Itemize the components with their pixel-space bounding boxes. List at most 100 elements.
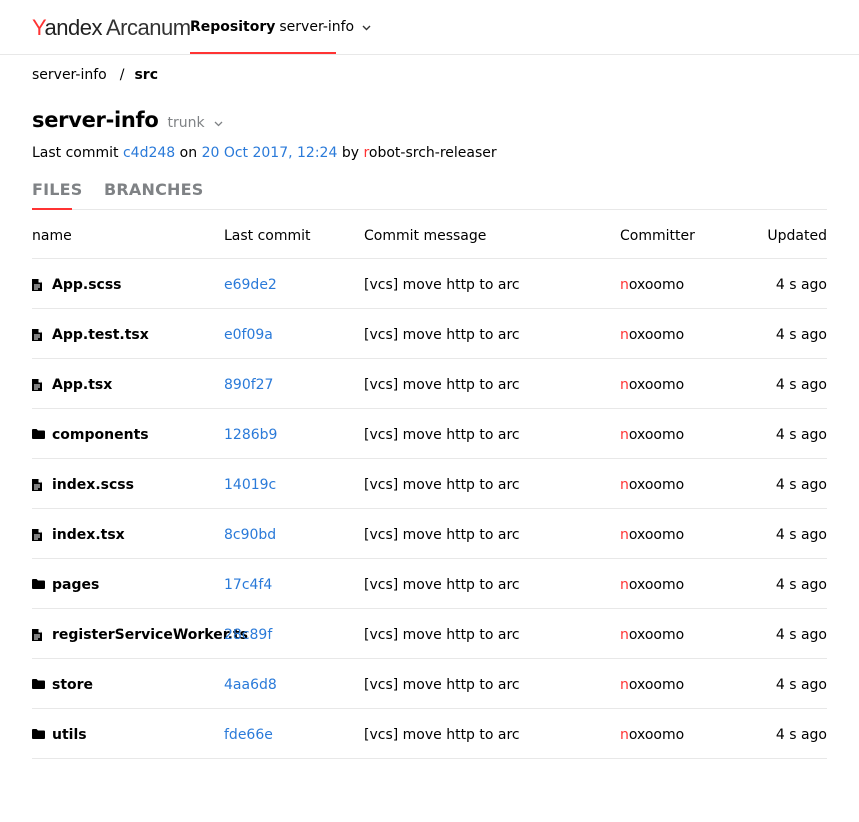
column-header-updated: Updated [767, 228, 827, 244]
chevron-down-icon [362, 21, 371, 34]
last-commit-date-link[interactable]: 20 Oct 2017, 12:24 [202, 145, 338, 161]
updated-time: 4 s ago [775, 577, 827, 593]
updated-time: 4 s ago [775, 427, 827, 443]
file-icon [32, 529, 44, 541]
entry-name-link[interactable]: pages [52, 577, 99, 593]
entry-name-link[interactable]: components [52, 427, 149, 443]
committer-link[interactable]: noxoomo [620, 727, 684, 743]
entry-name-link[interactable]: index.scss [52, 477, 134, 493]
column-header-committer: Committer [620, 228, 695, 244]
committer-rest: oxoomo [628, 377, 685, 393]
committer-rest: oxoomo [628, 727, 685, 743]
commit-hash-link[interactable]: 14019c [224, 477, 276, 493]
table-row[interactable]: App.tsx 890f27 [vcs] move http to arc noxoo… [32, 359, 827, 409]
committer-link[interactable]: noxoomo [620, 427, 684, 443]
commit-message: [vcs] move http to arc [364, 327, 520, 343]
committer-first-letter: n [620, 477, 629, 493]
entry-name-link[interactable]: index.tsx [52, 527, 125, 543]
last-commit-hash-link[interactable]: c4d248 [123, 145, 175, 161]
title-row: server-info trunk [32, 108, 223, 132]
entry-name-link[interactable]: App.scss [52, 277, 122, 293]
committer-rest: oxoomo [628, 527, 685, 543]
files-table: name Last commit Commit message Committe… [32, 210, 827, 759]
committer-first-letter: n [620, 577, 629, 593]
last-commit-on: on [179, 145, 198, 161]
entry-name-link[interactable]: App.tsx [52, 377, 112, 393]
commit-hash-link[interactable]: 28c89f [224, 627, 272, 643]
table-row[interactable]: utils fde66e [vcs] move http to arc noxoomo… [32, 709, 827, 759]
column-header-last-commit: Last commit [224, 228, 311, 244]
name-cell: registerServiceWorker.ts [32, 627, 248, 643]
committer-first-letter: n [620, 427, 629, 443]
committer-link[interactable]: noxoomo [620, 477, 684, 493]
committer-link[interactable]: noxoomo [620, 677, 684, 693]
commit-hash-link[interactable]: 4aa6d8 [224, 677, 277, 693]
breadcrumb-root[interactable]: server-info [32, 67, 107, 83]
entry-name-link[interactable]: store [52, 677, 93, 693]
file-icon [32, 479, 44, 491]
commit-hash-link[interactable]: 17c4f4 [224, 577, 272, 593]
committer-link[interactable]: noxoomo [620, 327, 684, 343]
last-commit-prefix: Last commit [32, 145, 119, 161]
branch-selector[interactable]: trunk [168, 115, 223, 131]
commit-hash-link[interactable]: e69de2 [224, 277, 277, 293]
folder-icon [32, 679, 45, 691]
table-row[interactable]: components 1286b9 [vcs] move http to arc no… [32, 409, 827, 459]
committer-first-letter: n [620, 677, 629, 693]
column-header-commit-message: Commit message [364, 228, 487, 244]
name-cell: App.scss [32, 277, 122, 293]
tab-branches[interactable]: BRANCHES [104, 180, 203, 199]
repo-tabs: FILES BRANCHES [32, 178, 827, 210]
table-row[interactable]: index.tsx 8c90bd [vcs] move http to arc nox… [32, 509, 827, 559]
column-header-name: name [32, 228, 72, 244]
last-commit-author[interactable]: robot-srch-releaser [363, 145, 496, 161]
commit-hash-link[interactable]: 8c90bd [224, 527, 276, 543]
committer-link[interactable]: noxoomo [620, 577, 684, 593]
entry-name-link[interactable]: utils [52, 727, 87, 743]
committer-link[interactable]: noxoomo [620, 277, 684, 293]
commit-hash-link[interactable]: 1286b9 [224, 427, 277, 443]
committer-first-letter: n [620, 727, 629, 743]
tab-files[interactable]: FILES [32, 180, 83, 199]
table-row[interactable]: store 4aa6d8 [vcs] move http to arc noxoomo… [32, 659, 827, 709]
author-rest: obot-srch-releaser [368, 145, 497, 161]
table-row[interactable]: registerServiceWorker.ts 28c89f [vcs] move… [32, 609, 827, 659]
commit-hash-link[interactable]: 890f27 [224, 377, 273, 393]
name-cell: store [32, 677, 93, 693]
committer-rest: oxoomo [628, 627, 685, 643]
committer-rest: oxoomo [628, 477, 685, 493]
yandex-arcanum-logo[interactable]: Yandex Arcanum [32, 15, 191, 41]
logo-andex: andex [44, 15, 103, 40]
name-cell: utils [32, 727, 87, 743]
commit-message: [vcs] move http to arc [364, 527, 520, 543]
commit-hash-link[interactable]: e0f09a [224, 327, 273, 343]
breadcrumb: server-info / src [32, 67, 158, 83]
committer-link[interactable]: noxoomo [620, 377, 684, 393]
committer-rest: oxoomo [628, 277, 685, 293]
logo-arcanum: Arcanum [106, 15, 191, 40]
committer-rest: oxoomo [628, 327, 685, 343]
table-row[interactable]: pages 17c4f4 [vcs] move http to arc noxoomo… [32, 559, 827, 609]
logo-y: Y [32, 15, 45, 40]
committer-link[interactable]: noxoomo [620, 627, 684, 643]
file-icon [32, 629, 44, 641]
commit-message: [vcs] move http to arc [364, 377, 520, 393]
repository-selector[interactable]: Repository server-info [190, 19, 371, 35]
committer-link[interactable]: noxoomo [620, 527, 684, 543]
name-cell: App.tsx [32, 377, 112, 393]
name-cell: index.scss [32, 477, 134, 493]
commit-message: [vcs] move http to arc [364, 727, 520, 743]
committer-rest: oxoomo [628, 577, 685, 593]
entry-name-link[interactable]: App.test.tsx [52, 327, 149, 343]
branch-name: trunk [167, 115, 205, 131]
updated-time: 4 s ago [775, 327, 827, 343]
committer-rest: oxoomo [628, 427, 685, 443]
table-row[interactable]: index.scss 14019c [vcs] move http to arc no… [32, 459, 827, 509]
repository-name: server-info [279, 19, 355, 35]
updated-time: 4 s ago [775, 527, 827, 543]
page-title: server-info [32, 108, 159, 132]
entry-name-link[interactable]: registerServiceWorker.ts [52, 627, 248, 643]
table-row[interactable]: App.scss e69de2 [vcs] move http to arc noxo… [32, 259, 827, 309]
table-row[interactable]: App.test.tsx e0f09a [vcs] move http to arc… [32, 309, 827, 359]
commit-hash-link[interactable]: fde66e [224, 727, 273, 743]
